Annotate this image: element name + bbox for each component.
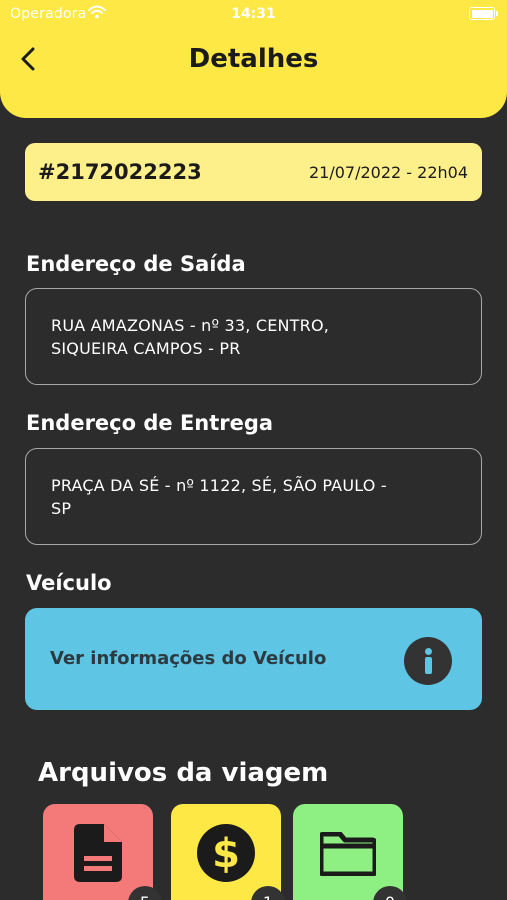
- header: Operadora 14:31 Detalhes: [0, 0, 507, 118]
- delivery-address-line1: PRAÇA DA SÉ - nº 1122, SÉ, SÃO PAULO -: [51, 476, 387, 495]
- svg-text:$: $: [212, 831, 240, 877]
- vehicle-info-text: Ver informações do Veículo: [50, 648, 327, 669]
- file-tile-folder[interactable]: 0: [293, 804, 407, 900]
- pickup-address-box: RUA AMAZONAS - nº 33, CENTRO, SIQUEIRA C…: [25, 288, 482, 385]
- folder-icon: [320, 832, 376, 876]
- status-time: 14:31: [231, 6, 276, 22]
- trip-files-title: Arquivos da viagem: [38, 758, 329, 788]
- file-tile-payments[interactable]: $ 1: [171, 804, 285, 900]
- file-count-badge: 5: [128, 886, 162, 900]
- pickup-address-line1: RUA AMAZONAS - nº 33, CENTRO,: [51, 316, 330, 335]
- delivery-address-box: PRAÇA DA SÉ - nº 1122, SÉ, SÃO PAULO - S…: [25, 448, 482, 545]
- pickup-address-label: Endereço de Saída: [26, 252, 246, 276]
- document-icon: [74, 824, 122, 882]
- pickup-address-line2: SIQUEIRA CAMPOS - PR: [51, 339, 241, 358]
- page-title: Detalhes: [188, 44, 319, 74]
- dollar-icon: $: [197, 824, 255, 882]
- vehicle-info-button[interactable]: Ver informações do Veículo: [25, 608, 482, 710]
- order-datetime: 21/07/2022 - 22h04: [308, 163, 468, 182]
- vehicle-label: Veículo: [26, 571, 112, 595]
- file-count-badge: 0: [373, 886, 407, 900]
- battery-icon: [469, 7, 498, 20]
- status-bar: Operadora 14:31: [0, 0, 507, 28]
- delivery-address-line2: SP: [51, 499, 72, 518]
- file-tile-documents[interactable]: 5: [43, 804, 162, 900]
- file-count-badge: 1: [251, 886, 285, 900]
- order-id: #2172022223: [38, 160, 202, 184]
- delivery-address-label: Endereço de Entrega: [26, 411, 274, 435]
- info-icon: [404, 637, 452, 685]
- order-id-card: #2172022223 21/07/2022 - 22h04: [25, 143, 482, 201]
